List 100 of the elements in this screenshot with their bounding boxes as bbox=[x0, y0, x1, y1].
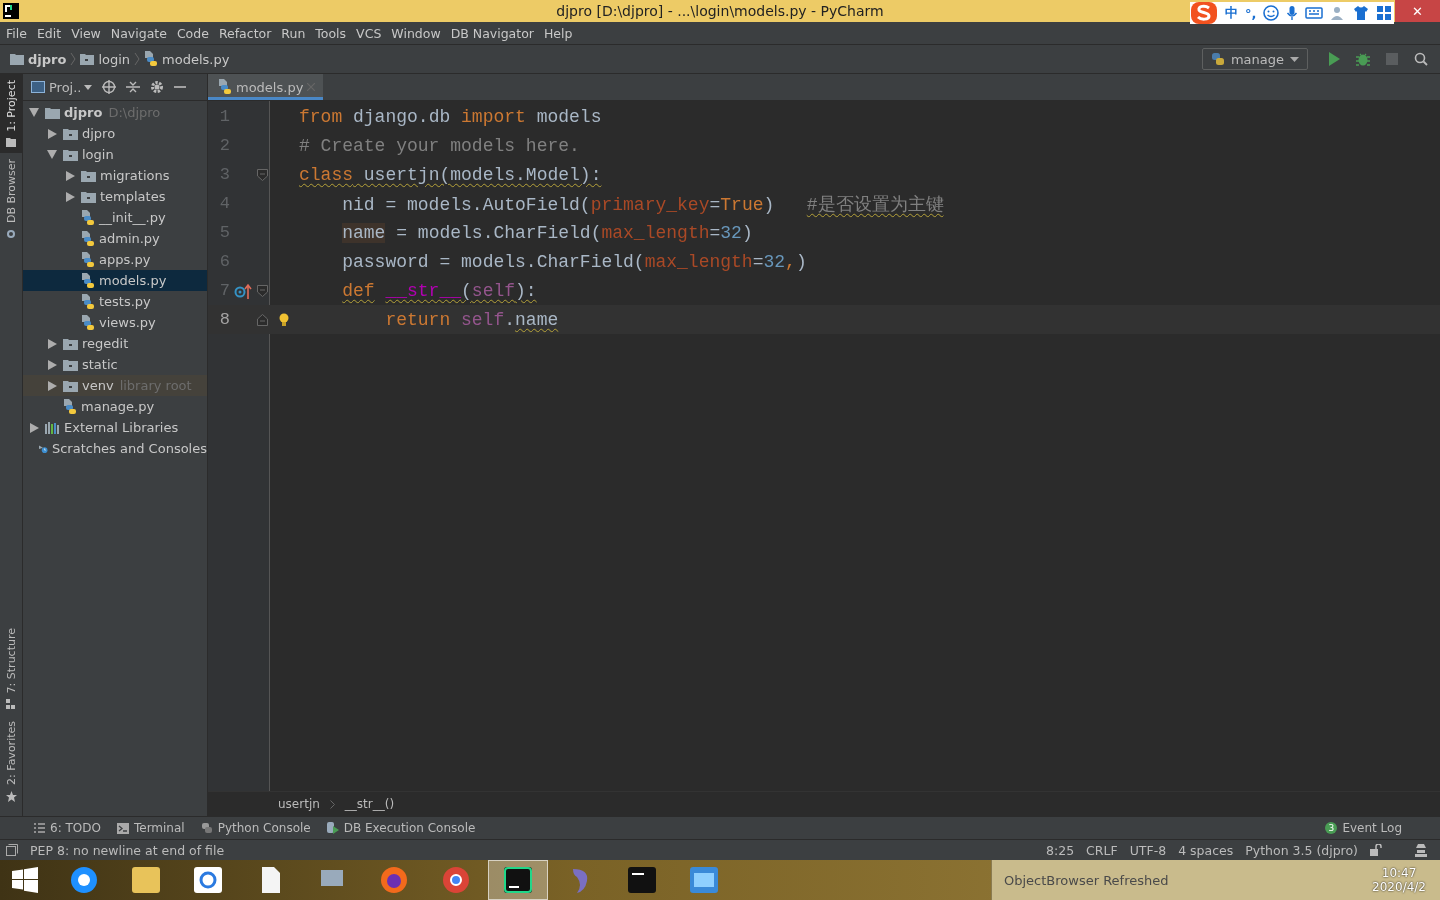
tool-window-button[interactable]: Terminal bbox=[112, 821, 193, 835]
tree-item[interactable]: admin.py bbox=[23, 228, 207, 249]
tree-item[interactable]: apps.py bbox=[23, 249, 207, 270]
menu-item[interactable]: Navigate bbox=[110, 25, 167, 41]
count-badge: 3 bbox=[1325, 822, 1338, 834]
folder-icon bbox=[63, 337, 78, 350]
tree-item[interactable]: __init__.py bbox=[23, 207, 207, 228]
tree-item[interactable]: login bbox=[23, 144, 207, 165]
inspector-icon[interactable] bbox=[1414, 843, 1428, 857]
microphone-icon[interactable] bbox=[1286, 5, 1299, 21]
expanded-arrow-icon[interactable] bbox=[47, 150, 57, 159]
view-dropdown[interactable]: Proj.. bbox=[49, 79, 92, 95]
windows-start-icon[interactable] bbox=[12, 867, 38, 893]
code-line: class usertjn(models.Model): bbox=[299, 164, 602, 185]
status-item[interactable]: UTF-8 bbox=[1129, 842, 1167, 858]
tool-window-tab[interactable]: 2: Favorites bbox=[0, 715, 22, 808]
editor-tab[interactable]: models.py bbox=[208, 74, 324, 100]
menu-item[interactable]: Help bbox=[543, 25, 573, 41]
tree-item[interactable]: Scratches and Consoles bbox=[23, 438, 207, 459]
keyboard-icon[interactable] bbox=[1305, 6, 1324, 20]
tool-window-button[interactable]: DB Execution Console bbox=[322, 821, 484, 835]
menu-item[interactable]: View bbox=[71, 25, 101, 41]
tree-item[interactable]: views.py bbox=[23, 312, 207, 333]
python-logo-icon bbox=[1210, 52, 1225, 66]
search-icon[interactable] bbox=[1414, 52, 1428, 66]
tree-item[interactable]: tests.py bbox=[23, 291, 207, 312]
collapsed-arrow-icon[interactable] bbox=[47, 359, 57, 370]
status-item[interactable]: Python 3.5 (djpro) bbox=[1245, 842, 1358, 858]
terminal-icon bbox=[627, 866, 657, 894]
crosshair-icon[interactable] bbox=[101, 80, 116, 94]
settings-icon[interactable] bbox=[149, 80, 164, 94]
menu-item[interactable]: DB Navigator bbox=[450, 25, 534, 41]
menu-item[interactable]: File bbox=[6, 25, 27, 41]
ime-language[interactable]: 中 bbox=[1225, 4, 1238, 22]
fold-marker-icon[interactable] bbox=[257, 284, 268, 297]
code-line: name = models.CharField(max_length=32) bbox=[341, 222, 753, 243]
tree-label: migrations bbox=[100, 168, 170, 183]
menu-item[interactable]: Window bbox=[391, 25, 441, 41]
collapsed-arrow-icon[interactable] bbox=[29, 422, 39, 433]
tool-window-tab[interactable]: 1: Project bbox=[0, 74, 22, 153]
code-line: nid = models.AutoField(primary_key=True) #是否设置为主键 bbox=[341, 193, 944, 216]
expanded-arrow-icon[interactable] bbox=[29, 108, 39, 117]
tree-item[interactable]: migrations bbox=[23, 165, 207, 186]
breadcrumb-item[interactable]: __str__() bbox=[344, 797, 395, 811]
panel-toggle-icon[interactable] bbox=[6, 844, 18, 856]
collapsed-arrow-icon[interactable] bbox=[47, 128, 57, 139]
menu-item[interactable]: Refactor bbox=[218, 25, 272, 41]
folder-icon bbox=[131, 866, 161, 894]
collapsed-arrow-icon[interactable] bbox=[65, 170, 75, 181]
grid-icon[interactable] bbox=[1376, 5, 1393, 21]
menu-item[interactable]: Code bbox=[176, 25, 209, 41]
tree-label: Scratches and Consoles bbox=[51, 441, 207, 456]
breadcrumb-item[interactable]: usertjn bbox=[278, 797, 320, 811]
python-file-icon bbox=[218, 79, 232, 95]
breadcrumb-item[interactable]: login bbox=[98, 51, 131, 67]
status-item[interactable]: CRLF bbox=[1086, 842, 1118, 858]
event-log-button[interactable]: 3 Event Log bbox=[1321, 821, 1410, 835]
python-file-icon bbox=[81, 293, 95, 310]
close-button[interactable]: ✕ bbox=[1395, 0, 1440, 22]
taskbar-app[interactable] bbox=[488, 860, 548, 900]
run-configuration-dropdown[interactable]: manage bbox=[1201, 48, 1308, 70]
fold-marker-icon[interactable] bbox=[257, 168, 268, 181]
breadcrumb-item[interactable]: models.py bbox=[162, 51, 230, 67]
bug-icon[interactable] bbox=[1356, 52, 1370, 66]
status-item[interactable]: 8:25 bbox=[1046, 842, 1075, 858]
menu-item[interactable]: Run bbox=[281, 25, 306, 41]
sogou-s-icon[interactable] bbox=[1190, 1, 1218, 25]
run-icon[interactable] bbox=[1328, 52, 1340, 66]
tree-item[interactable]: regedit bbox=[23, 333, 207, 354]
tree-item[interactable]: static bbox=[23, 354, 207, 375]
tree-item[interactable]: External Libraries bbox=[23, 417, 207, 438]
menu-item[interactable]: VCS bbox=[356, 25, 382, 41]
code-line: from django.db import models bbox=[299, 106, 602, 127]
folder-icon bbox=[63, 358, 78, 371]
tool-window-tab[interactable]: DB Browser bbox=[0, 152, 22, 246]
collapse-icon[interactable] bbox=[125, 80, 140, 94]
collapsed-arrow-icon[interactable] bbox=[65, 191, 75, 202]
collapsed-arrow-icon[interactable] bbox=[47, 380, 57, 391]
ime-punctuation[interactable]: °, bbox=[1245, 5, 1257, 21]
tree-item[interactable]: manage.py bbox=[23, 396, 207, 417]
tool-window-button[interactable]: 6: TODO bbox=[30, 821, 109, 835]
tree-label: __init__.py bbox=[99, 210, 166, 225]
tree-item[interactable]: models.py bbox=[23, 270, 207, 291]
tool-window-button[interactable]: Python Console bbox=[196, 821, 319, 835]
tool-window-tab[interactable]: 7: Structure bbox=[0, 621, 22, 716]
fold-marker-icon[interactable] bbox=[257, 313, 268, 326]
lightbulb-icon[interactable] bbox=[279, 312, 289, 327]
tree-item[interactable]: templates bbox=[23, 186, 207, 207]
tree-item[interactable]: djpro bbox=[23, 123, 207, 144]
menu-item[interactable]: Tools bbox=[315, 25, 347, 41]
shirt-icon[interactable] bbox=[1353, 5, 1370, 21]
menu-item[interactable]: Edit bbox=[36, 25, 62, 41]
smiley-icon[interactable] bbox=[1263, 5, 1280, 21]
status-item[interactable]: 4 spaces bbox=[1178, 842, 1234, 858]
chevron-icon bbox=[329, 799, 335, 809]
collapsed-arrow-icon[interactable] bbox=[47, 338, 57, 349]
breadcrumb-item[interactable]: djpro bbox=[28, 51, 67, 67]
lock-icon[interactable] bbox=[1370, 844, 1382, 856]
override-marker-icon[interactable] bbox=[234, 282, 252, 299]
tree-label: regedit bbox=[82, 336, 129, 351]
